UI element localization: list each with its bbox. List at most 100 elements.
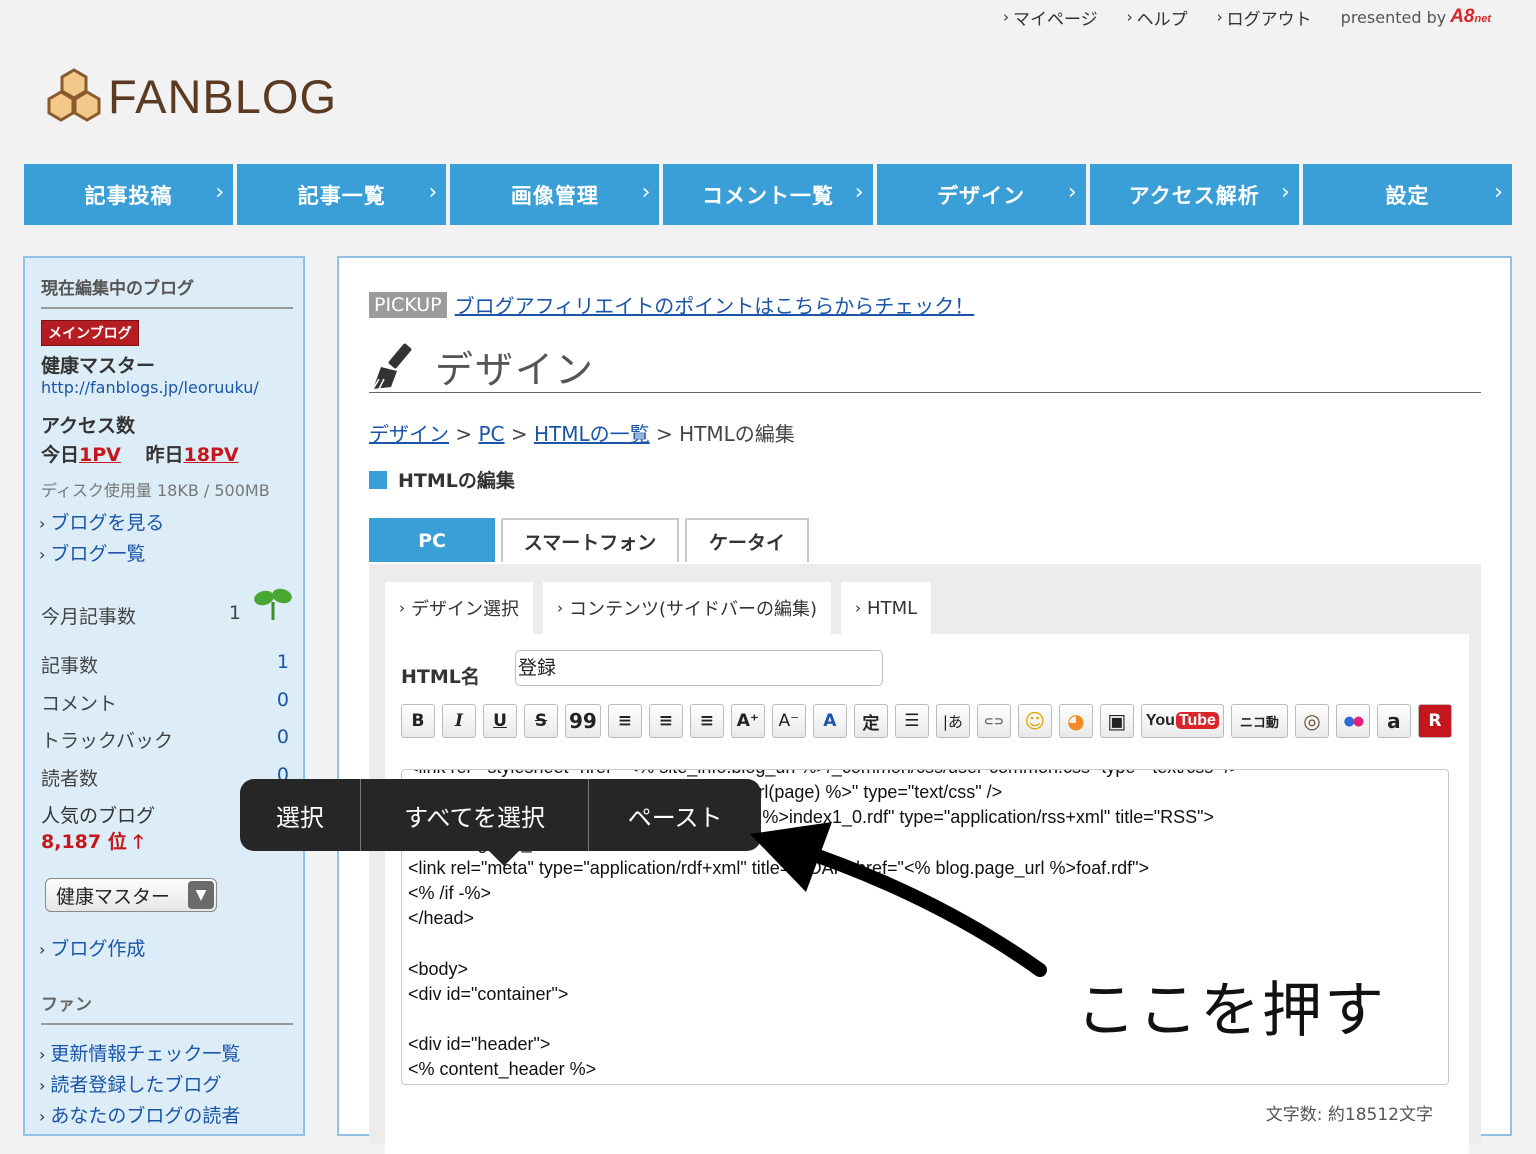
chevron-right-icon: ›	[1067, 180, 1078, 205]
tab-mobile[interactable]: ケータイ	[685, 518, 809, 562]
list-icon[interactable]: ☰	[894, 704, 929, 738]
logout-link[interactable]: › ログアウト	[1217, 5, 1312, 30]
chevron-right-icon: ›	[1126, 8, 1133, 26]
nav-image-management[interactable]: 画像管理 ›	[450, 164, 660, 225]
html-name-input[interactable]: 登録	[515, 650, 883, 686]
font-smaller-icon[interactable]: A⁻	[771, 704, 806, 738]
page-title-row: デザイン	[369, 340, 1481, 393]
italic-icon[interactable]: I	[442, 704, 476, 738]
chevron-right-icon: ›	[39, 545, 46, 564]
youtube-icon[interactable]: You Tube	[1140, 704, 1224, 738]
access-counts: 今日1PV 昨日18PV	[41, 444, 239, 466]
blog-select[interactable]: 健康マスター ▼	[45, 878, 217, 912]
today-pv[interactable]: 1PV	[79, 444, 121, 466]
breadcrumb-current: > HTMLの編集	[649, 422, 795, 446]
niconico-icon[interactable]: ニコ動	[1230, 704, 1288, 738]
menu-select[interactable]: 選択	[240, 779, 361, 851]
chevron-right-icon: ›	[1281, 180, 1291, 205]
rakuten-icon[interactable]: R	[1417, 704, 1452, 738]
pickup-tag: PICKUP	[369, 291, 447, 318]
chevron-right-icon: ›	[39, 1076, 46, 1095]
chevron-right-icon: ›	[215, 180, 226, 205]
tab-pc[interactable]: PC	[369, 518, 495, 562]
paintbrush-icon	[372, 343, 412, 390]
help-link[interactable]: › ヘルプ	[1127, 5, 1188, 30]
menu-paste[interactable]: ペースト	[589, 779, 761, 851]
sprout-icon	[254, 588, 292, 620]
chevron-right-icon: ›	[399, 599, 405, 617]
square-bullet-icon	[369, 470, 387, 489]
section-heading: HTMLの編集	[369, 466, 515, 493]
emoji-icon[interactable]: ☺	[1017, 704, 1052, 738]
fanblog-logo[interactable]: FANBLOG	[46, 68, 337, 124]
top-links: › マイページ › ヘルプ › ログアウト presented by A8net	[1003, 5, 1491, 30]
popular-rank: 8,187 位 🡑	[41, 831, 144, 853]
align-left-icon[interactable]: ≡	[607, 704, 642, 738]
logo-text: FANBLOG	[108, 69, 338, 123]
breadcrumb-design[interactable]: デザイン	[369, 422, 449, 446]
nav-design[interactable]: デザイン ›	[876, 164, 1086, 225]
dropdown-arrow-icon: ▼	[188, 881, 214, 909]
breadcrumb: デザイン > PC > HTMLの一覧 > HTMLの編集	[369, 422, 795, 446]
yesterday-pv[interactable]: 18PV	[184, 444, 239, 466]
nav-access-analysis[interactable]: アクセス解析 ›	[1089, 164, 1299, 225]
context-menu-tail	[488, 850, 520, 866]
nav-settings[interactable]: 設定 ›	[1302, 164, 1512, 225]
ruby-icon[interactable]: |あ	[935, 704, 970, 738]
subtab-design-select[interactable]: › デザイン選択	[385, 582, 533, 634]
nav-article-list[interactable]: 記事一覧 ›	[237, 164, 447, 225]
face-icon[interactable]: ◕	[1058, 704, 1093, 738]
main-blog-badge: メインブログ	[41, 320, 139, 346]
presented-by-label: presented by	[1340, 7, 1447, 27]
tab-smartphone[interactable]: スマートフォン	[501, 518, 679, 562]
char-count: 文字数: 約18512文字	[1265, 1105, 1433, 1125]
nav-comment-list[interactable]: コメント一覧 ›	[663, 164, 873, 225]
instagram-icon[interactable]: ◎	[1294, 704, 1329, 738]
nav-post-article[interactable]: 記事投稿 ›	[24, 164, 234, 225]
your-readers-link[interactable]: › あなたのブログの読者	[39, 1101, 240, 1128]
chevron-right-icon: ›	[39, 1045, 46, 1064]
font-color-icon[interactable]: A	[812, 704, 847, 738]
mypage-link[interactable]: › マイページ	[1003, 5, 1098, 30]
align-right-icon[interactable]: ≡	[689, 704, 724, 738]
chevron-right-icon: ›	[1216, 8, 1223, 26]
subscribed-blogs-link[interactable]: › 読者登録したブログ	[39, 1070, 221, 1097]
breadcrumb-pc[interactable]: PC	[478, 422, 504, 446]
blog-list-link[interactable]: › ブログ一覧	[39, 539, 145, 566]
underline-icon[interactable]: U	[483, 704, 517, 738]
annotation-arrow-icon	[750, 822, 1047, 977]
subtab-html[interactable]: › HTML	[841, 582, 932, 634]
blog-url[interactable]: http://fanblogs.jp/leoruuku/	[41, 378, 259, 397]
font-larger-icon[interactable]: A⁺	[730, 704, 765, 738]
stat-comments: コメント 0	[41, 689, 289, 715]
pickup-link[interactable]: ブログアフィリエイトのポイントはこちらからチェック！	[455, 290, 975, 319]
link-icon[interactable]: ⊂⊃	[976, 704, 1011, 738]
subtab-contents[interactable]: › コンテンツ(サイドバーの編集)	[543, 582, 832, 634]
stat-trackbacks: トラックバック 0	[41, 726, 289, 752]
amazon-icon[interactable]: a	[1376, 704, 1411, 738]
strikethrough-icon[interactable]: S	[524, 704, 558, 738]
a8-logo[interactable]: A8net	[1450, 6, 1491, 28]
breadcrumb-html-list[interactable]: HTMLの一覧	[534, 422, 650, 446]
stat-articles: 記事数 1	[41, 651, 289, 677]
disk-usage: ディスク使用量 18KB / 500MB	[41, 481, 270, 500]
menu-select-all[interactable]: すべてを選択	[361, 779, 590, 851]
monthly-posts-row: 今月記事数 1	[41, 602, 241, 628]
arrow-up-icon: 🡑	[133, 831, 144, 853]
annotation-text: ここを押す	[1076, 976, 1386, 1046]
chevron-right-icon: ›	[39, 940, 46, 959]
view-blog-link[interactable]: › ブログを見る	[39, 508, 164, 535]
chevron-right-icon: ›	[854, 180, 865, 205]
fixed-phrase-icon[interactable]: 定	[853, 704, 888, 738]
quote-icon[interactable]: 99	[565, 704, 601, 738]
image-icon[interactable]: ▣	[1099, 704, 1134, 738]
align-center-icon[interactable]: ≡	[648, 704, 683, 738]
current-blog-heading: 現在編集中のブログ	[41, 274, 293, 309]
bold-icon[interactable]: B	[401, 704, 435, 738]
flickr-icon[interactable]: ● ●	[1335, 704, 1370, 738]
fan-heading: ファン	[41, 990, 293, 1025]
chevron-right-icon: ›	[855, 599, 862, 617]
update-check-link[interactable]: › 更新情報チェック一覧	[39, 1039, 240, 1066]
blog-name: 健康マスター	[41, 355, 156, 377]
create-blog-link[interactable]: › ブログ作成	[39, 934, 145, 961]
